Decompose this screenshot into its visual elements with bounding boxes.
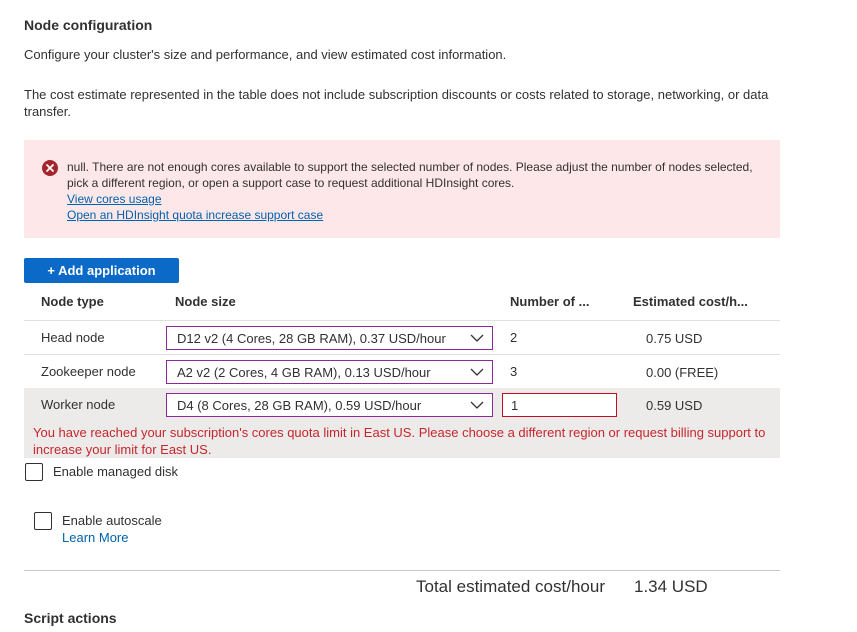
zookeeper-node-cost: 0.00 (FREE) xyxy=(646,365,719,380)
script-actions-title: Script actions xyxy=(24,610,117,626)
page-title: Node configuration xyxy=(24,17,153,33)
error-banner: null. There are not enough cores availab… xyxy=(24,140,780,238)
zookeeper-node-size-value: A2 v2 (2 Cores, 4 GB RAM), 0.13 USD/hour xyxy=(177,364,431,380)
header-node-size: Node size xyxy=(175,294,236,309)
learn-more-link[interactable]: Learn More xyxy=(62,530,128,545)
divider xyxy=(24,570,780,571)
zookeeper-node-type: Zookeeper node xyxy=(41,364,136,379)
head-node-count[interactable]: 2 xyxy=(510,330,517,345)
add-application-button[interactable]: + Add application xyxy=(24,258,179,283)
total-cost-label: Total estimated cost/hour xyxy=(416,577,605,596)
cost-note: The cost estimate represented in the tab… xyxy=(24,87,769,119)
worker-node-count-input[interactable]: 1 xyxy=(502,393,617,417)
managed-disk-checkbox[interactable] xyxy=(25,463,43,481)
error-circle-icon xyxy=(42,160,58,176)
worker-quota-error: You have reached your subscription's cor… xyxy=(33,425,766,457)
row-divider xyxy=(24,354,780,355)
header-number-of-nodes: Number of ... xyxy=(510,294,590,309)
head-node-size-value: D12 v2 (4 Cores, 28 GB RAM), 0.37 USD/ho… xyxy=(177,330,446,346)
total-cost-value: 1.34 USD xyxy=(634,577,708,596)
managed-disk-label: Enable managed disk xyxy=(53,464,179,479)
head-node-size-select[interactable]: D12 v2 (4 Cores, 28 GB RAM), 0.37 USD/ho… xyxy=(166,326,493,350)
worker-node-count: 1 xyxy=(511,397,519,413)
header-estimated-cost: Estimated cost/h... xyxy=(633,294,748,309)
chevron-down-icon xyxy=(470,334,484,342)
chevron-down-icon xyxy=(470,401,484,409)
quota-support-case-link[interactable]: Open an HDInsight quota increase support… xyxy=(67,207,767,223)
worker-node-size-value: D4 (8 Cores, 28 GB RAM), 0.59 USD/hour xyxy=(177,397,422,413)
header-node-type: Node type xyxy=(41,294,104,309)
zookeeper-node-size-select[interactable]: A2 v2 (2 Cores, 4 GB RAM), 0.13 USD/hour xyxy=(166,360,493,384)
autoscale-checkbox[interactable] xyxy=(34,512,52,530)
head-node-type: Head node xyxy=(41,330,105,345)
worker-node-cost: 0.59 USD xyxy=(646,398,703,413)
view-cores-usage-link[interactable]: View cores usage xyxy=(67,191,767,207)
intro-text: Configure your cluster's size and perfor… xyxy=(24,47,507,62)
row-divider xyxy=(24,320,780,321)
error-message: null. There are not enough cores availab… xyxy=(67,160,753,190)
error-message-block: null. There are not enough cores availab… xyxy=(67,159,767,223)
head-node-cost: 0.75 USD xyxy=(646,331,703,346)
worker-node-size-select[interactable]: D4 (8 Cores, 28 GB RAM), 0.59 USD/hour xyxy=(166,393,493,417)
worker-node-type: Worker node xyxy=(41,397,116,412)
chevron-down-icon xyxy=(470,368,484,376)
autoscale-label: Enable autoscale xyxy=(62,513,162,528)
zookeeper-node-count[interactable]: 3 xyxy=(510,364,517,379)
